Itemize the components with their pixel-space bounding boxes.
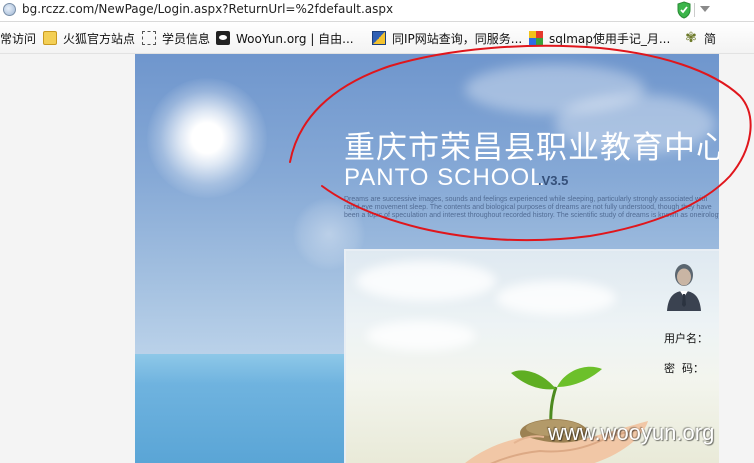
bookmark-label: 常访问 bbox=[0, 31, 37, 46]
page-margin-right bbox=[719, 54, 754, 463]
bookmark-sqlmap[interactable]: sqlmap使用手记_月... bbox=[529, 22, 670, 54]
tagline-text: Dreams are successive images, sounds and… bbox=[344, 196, 719, 219]
cloud bbox=[496, 281, 616, 315]
bookmark-label: 同IP网站查询，同服务... bbox=[392, 31, 523, 46]
bookmark-label: 火狐官方站点 bbox=[63, 31, 136, 46]
bookmarks-toolbar: 常访问 火狐官方站点 学员信息 WooYun.org | 自由... 同IP网站… bbox=[0, 22, 754, 54]
leaf-icon: ✾ bbox=[685, 30, 697, 46]
bookmark-label: sqlmap使用手记_月... bbox=[549, 31, 671, 46]
bookmark-student-info[interactable]: 学员信息 bbox=[142, 22, 210, 54]
sqlmap-icon bbox=[529, 31, 543, 45]
bookmark-label: WooYun.org | 自由... bbox=[236, 31, 354, 46]
dashed-page-icon bbox=[142, 31, 156, 45]
version-label: .V3.5 bbox=[538, 173, 569, 188]
bookmark-label: 学员信息 bbox=[162, 31, 211, 46]
page-margin-left bbox=[0, 54, 135, 463]
chevron-down-icon[interactable] bbox=[700, 6, 710, 12]
sun-glare bbox=[147, 78, 267, 198]
ip-lookup-icon bbox=[372, 31, 386, 45]
bookmark-label: 简 bbox=[704, 31, 717, 46]
brand-name: PANTO SCHOOL bbox=[344, 164, 545, 191]
bookmark-simple[interactable]: ✾ 简 bbox=[684, 22, 716, 54]
divider bbox=[694, 3, 695, 17]
watermark-text: www.wooyun.org bbox=[548, 420, 715, 445]
globe-icon bbox=[3, 3, 16, 16]
bookmark-most-visited[interactable]: 常访问 bbox=[0, 22, 36, 54]
address-bar[interactable]: bg.rczz.com/NewPage/Login.aspx?ReturnUrl… bbox=[0, 0, 754, 22]
wooyun-icon bbox=[216, 31, 230, 45]
bookmark-wooyun[interactable]: WooYun.org | 自由... bbox=[216, 22, 354, 54]
login-page-banner: 重庆市荣昌县职业教育中心 PANTO SCHOOL .V3.5 Dreams a… bbox=[135, 54, 719, 463]
username-label: 用户名： bbox=[664, 332, 708, 345]
url-text[interactable]: bg.rczz.com/NewPage/Login.aspx?ReturnUrl… bbox=[22, 2, 393, 16]
shield-icon[interactable] bbox=[676, 1, 692, 19]
cloud bbox=[356, 261, 496, 301]
bookmark-firefox-official[interactable]: 火狐官方站点 bbox=[43, 22, 135, 54]
folder-icon bbox=[43, 31, 57, 45]
user-avatar-icon bbox=[667, 264, 701, 311]
bookmark-ip-lookup[interactable]: 同IP网站查询，同服务... bbox=[372, 22, 522, 54]
password-label: 密 码： bbox=[664, 362, 704, 375]
school-name: 重庆市荣昌县职业教育中心 bbox=[344, 130, 719, 166]
